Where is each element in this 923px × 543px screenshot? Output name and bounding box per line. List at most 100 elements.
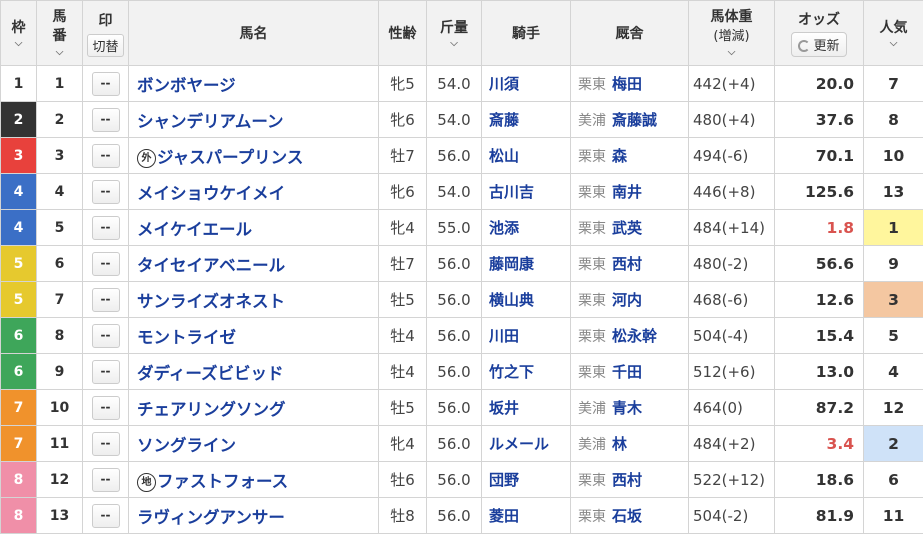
mark-cell: -- xyxy=(82,137,129,174)
trainer-link[interactable]: 松永幹 xyxy=(612,327,657,345)
trainer-link[interactable]: 林 xyxy=(612,435,627,453)
jockey-cell: 松山 xyxy=(481,137,571,174)
horse-name-link[interactable]: シャンデリアムーン xyxy=(137,112,284,131)
weight-cell: 56.0 xyxy=(426,461,482,498)
mark-select-button[interactable]: -- xyxy=(91,431,120,456)
horse-name-link[interactable]: メイショウケイメイ xyxy=(137,184,285,203)
jockey-link[interactable]: 池添 xyxy=(489,219,519,237)
horse-name-link[interactable]: ファストフォース xyxy=(157,472,288,491)
horse-number-cell: 7 xyxy=(36,281,83,318)
horse-name-link[interactable]: ダディーズビビッド xyxy=(137,364,284,383)
stable-region: 栗東 xyxy=(578,221,606,237)
horse-name-link[interactable]: メイケイエール xyxy=(137,220,252,239)
mark-cell: -- xyxy=(82,65,129,102)
sex-age-cell: 牝4 xyxy=(378,209,427,246)
table-header-row: 枠 ⌵ 馬番 ⌵ 印切替 馬名 性齢 斤量 ⌵ 騎手 厩舎 馬体重 (増減) ⌵ オッズ更… xyxy=(0,0,923,66)
mark-select-button[interactable]: -- xyxy=(91,215,120,240)
trainer-link[interactable]: 河内 xyxy=(612,291,642,309)
trainer-link[interactable]: 青木 xyxy=(612,399,642,417)
horse-name-link[interactable]: サンライズオネスト xyxy=(137,292,285,311)
stable-cell: 栗東森 xyxy=(570,137,689,174)
weight-cell: 55.0 xyxy=(426,209,482,246)
horse-name-cell: シャンデリアムーン xyxy=(128,101,379,138)
popularity-header[interactable]: 人気 ⌵ xyxy=(863,0,923,66)
number-header[interactable]: 馬番 ⌵ xyxy=(36,0,83,66)
mark-cell: -- xyxy=(82,425,129,462)
horse-name-link[interactable]: ジャスパープリンス xyxy=(157,148,303,167)
frame-cell: 6 xyxy=(0,317,37,354)
frame-header[interactable]: 枠 ⌵ xyxy=(0,0,37,66)
mark-select-button[interactable]: -- xyxy=(91,143,120,168)
sex-age-cell: 牡6 xyxy=(378,461,427,498)
stable-header: 厩舎 xyxy=(570,0,689,66)
stable-region: 美浦 xyxy=(578,401,606,417)
horse-name-link[interactable]: モントライゼ xyxy=(137,328,236,347)
popularity-cell: 4 xyxy=(863,353,923,390)
mark-select-button[interactable]: -- xyxy=(91,179,120,204)
mark-select-button[interactable]: -- xyxy=(91,323,120,348)
stable-cell: 栗東 武英 xyxy=(570,209,689,246)
horse-number-cell: 11 xyxy=(36,425,83,462)
jockey-link[interactable]: 川田 xyxy=(489,327,519,345)
trainer-link[interactable]: 武英 xyxy=(612,219,642,237)
horse-name-link[interactable]: ラヴィングアンサー xyxy=(137,508,285,527)
trainer-link[interactable]: 斎藤誠 xyxy=(612,111,657,129)
horse-name-link[interactable]: タイセイアベニール xyxy=(137,256,285,275)
jockey-link[interactable]: 菱田 xyxy=(489,507,519,525)
horse-name-link[interactable]: チェアリングソング xyxy=(137,400,286,419)
mark-select-button[interactable]: -- xyxy=(91,503,120,528)
table-row: 5 7 -- サンライズオネスト 牡5 56.0 横山典 栗東 河内 468(-6) 12.6 3 xyxy=(0,281,923,318)
weight-header[interactable]: 斤量 ⌵ xyxy=(426,0,482,66)
body-weight-header: 馬体重 (増減) ⌵ xyxy=(688,0,775,66)
jockey-link[interactable]: 藤岡康 xyxy=(489,255,534,273)
odds-cell: 13.0 xyxy=(774,353,864,390)
mark-select-button[interactable]: -- xyxy=(91,287,120,312)
jockey-link[interactable]: 斎藤 xyxy=(489,111,519,129)
trainer-link[interactable]: 千田 xyxy=(612,363,642,381)
jockey-link[interactable]: 松山 xyxy=(489,147,519,165)
trainer-link[interactable]: 梅田 xyxy=(612,75,642,93)
horse-name-link[interactable]: ボンボヤージ xyxy=(137,76,236,95)
sex-age-cell: 牝6 xyxy=(378,101,427,138)
body-weight-cell: 512(+6) xyxy=(688,353,775,390)
popularity-cell: 6 xyxy=(863,461,923,498)
jockey-link[interactable]: 団野 xyxy=(489,471,519,489)
mark-select-button[interactable]: -- xyxy=(91,107,120,132)
horse-name-cell: 地ファストフォース xyxy=(128,461,379,498)
mark-select-button[interactable]: -- xyxy=(91,251,120,276)
trainer-link[interactable]: 西村 xyxy=(612,471,642,489)
jockey-link[interactable]: 竹之下 xyxy=(489,363,534,381)
jockey-link[interactable]: 古川吉 xyxy=(489,183,534,201)
mark-switch-button[interactable]: 切替 xyxy=(87,33,124,57)
weight-cell: 56.0 xyxy=(426,137,482,174)
refresh-icon xyxy=(798,40,811,52)
mark-select-button[interactable]: -- xyxy=(91,359,120,384)
body-weight-cell: 504(-4) xyxy=(688,317,775,354)
refresh-button[interactable]: 更新 xyxy=(791,32,847,57)
trainer-link[interactable]: 森 xyxy=(612,147,627,165)
trainer-link[interactable]: 石坂 xyxy=(612,507,642,525)
body-weight-cell: 504(-2) xyxy=(688,497,775,534)
horse-name-cell: サンライズオネスト xyxy=(128,281,379,318)
frame-cell: 1 xyxy=(0,65,37,102)
odds-cell: 70.1 xyxy=(774,137,864,174)
table-row: 2 2 -- シャンデリアムーン 牝6 54.0 斎藤 美浦 斎藤誠 480(+4) 37.6 8 xyxy=(0,101,923,138)
mark-select-button[interactable]: -- xyxy=(91,71,120,96)
body-weight-cell: 480(+4) xyxy=(688,101,775,138)
mark-select-button[interactable]: -- xyxy=(91,467,120,492)
table-row: 6 8 -- モントライゼ 牡4 56.0 川田 栗東 松永幹 504(-4) 15.4 5 xyxy=(0,317,923,354)
trainer-link[interactable]: 南井 xyxy=(612,183,642,201)
stable-region: 栗東 xyxy=(578,329,606,345)
jockey-link[interactable]: 川須 xyxy=(489,75,519,93)
odds-cell: 87.2 xyxy=(774,389,864,426)
weight-cell: 56.0 xyxy=(426,281,482,318)
mark-select-button[interactable]: -- xyxy=(91,395,120,420)
jockey-cell: 菱田 xyxy=(481,497,571,534)
sex-age-cell: 牝6 xyxy=(378,173,427,210)
jockey-link[interactable]: 横山典 xyxy=(489,291,534,309)
jockey-link[interactable]: ルメール xyxy=(489,435,549,453)
horse-name-link[interactable]: ソングライン xyxy=(137,436,236,455)
jockey-link[interactable]: 坂井 xyxy=(489,399,519,417)
frame-cell: 4 xyxy=(0,173,37,210)
trainer-link[interactable]: 西村 xyxy=(612,255,642,273)
